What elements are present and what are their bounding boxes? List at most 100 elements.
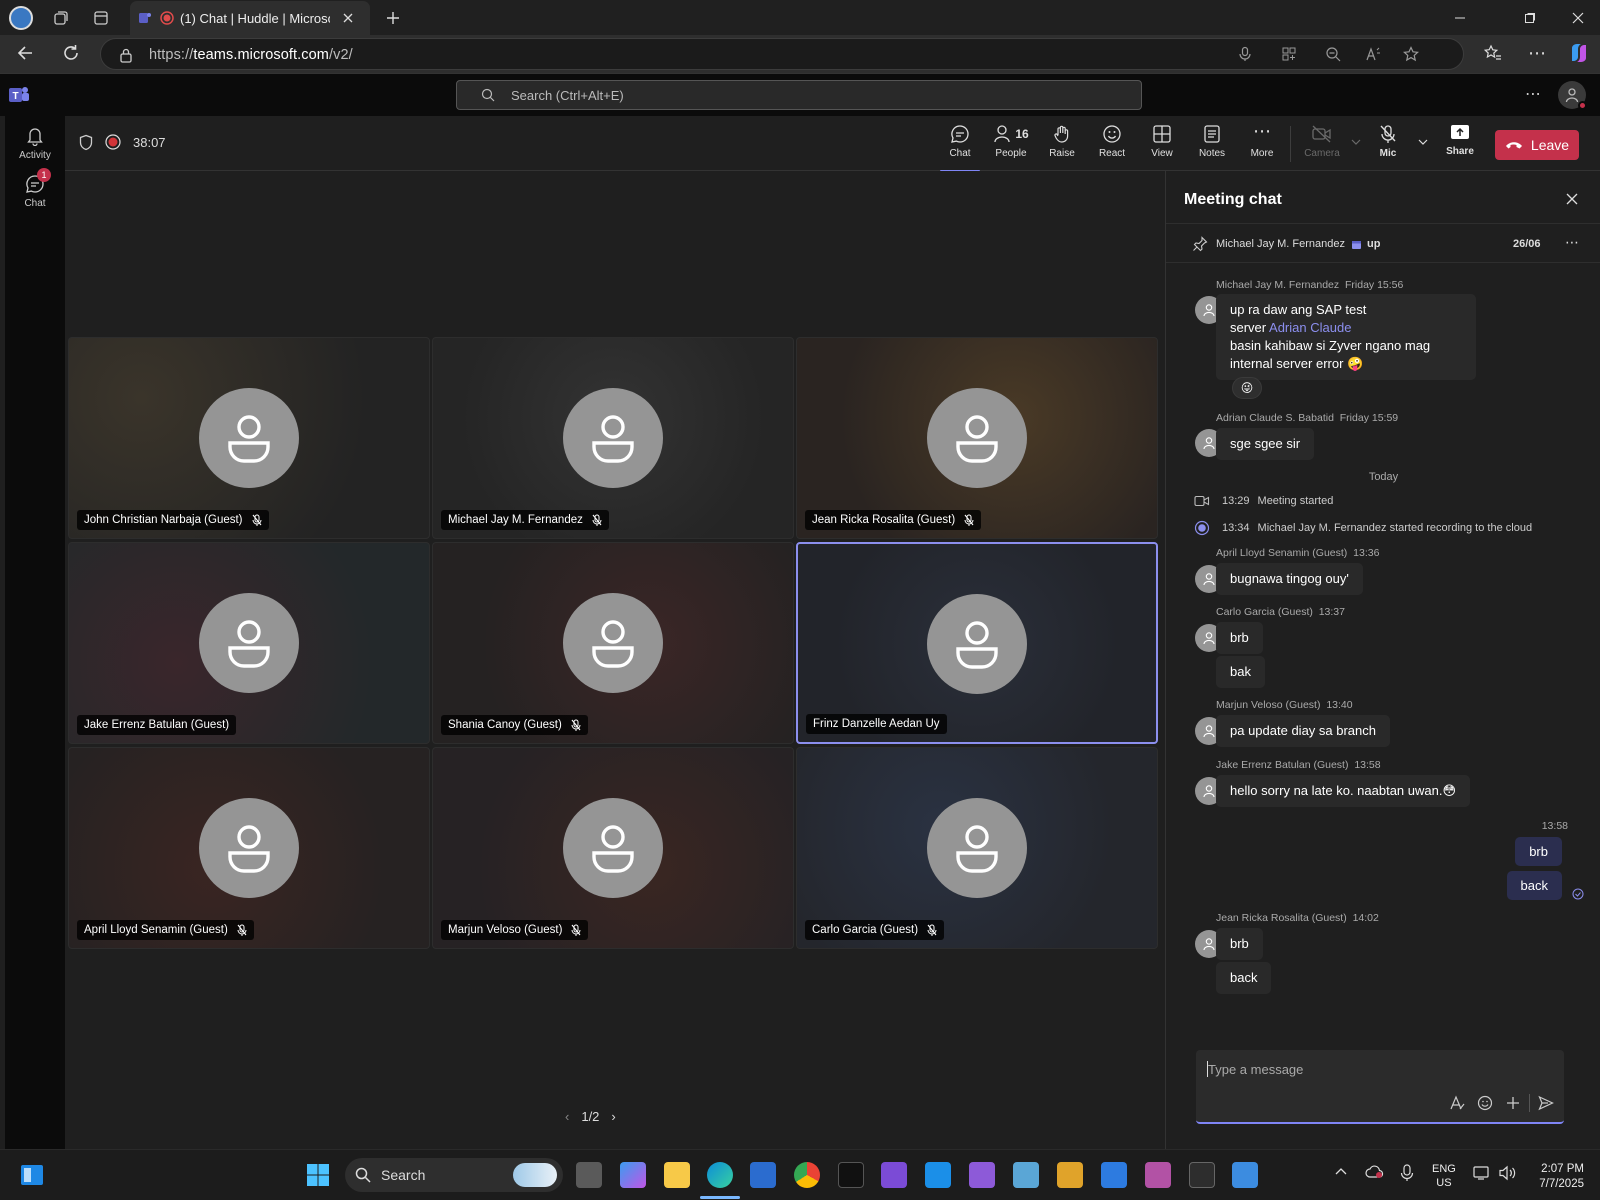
participant-tile[interactable]: Carlo Garcia (Guest)	[796, 747, 1158, 949]
terminal-icon[interactable]	[1189, 1162, 1215, 1188]
vscode-icon[interactable]	[925, 1162, 951, 1188]
participant-tile[interactable]: John Christian Narbaja (Guest)	[68, 337, 430, 539]
participant-tile[interactable]: Jean Ricka Rosalita (Guest)	[796, 337, 1158, 539]
add-attachment-icon[interactable]	[1505, 1095, 1521, 1111]
new-tab-icon[interactable]	[380, 5, 406, 31]
notepad-icon[interactable]	[1232, 1162, 1258, 1188]
volume-icon[interactable]	[1498, 1165, 1516, 1181]
visual-studio-2-icon[interactable]	[969, 1162, 995, 1188]
file-explorer-icon[interactable]	[664, 1162, 690, 1188]
recording-indicator-icon[interactable]	[105, 134, 121, 150]
rail-item-chat[interactable]: 1 Chat	[5, 168, 65, 209]
cloud-icon[interactable]	[1365, 1164, 1385, 1180]
settings-more-icon[interactable]: ⋯	[1525, 84, 1541, 104]
toolbar-react-button[interactable]: React	[1088, 124, 1136, 164]
store-icon[interactable]	[750, 1162, 776, 1188]
participant-tile[interactable]: Frinz Danzelle Aedan Uy	[796, 542, 1158, 744]
toolbar-camera-button[interactable]: Camera	[1298, 124, 1346, 164]
prev-page-icon[interactable]: ‹	[565, 1109, 569, 1124]
browser-tab-active[interactable]: (1) Chat | Huddle | Microsoft	[130, 1, 370, 35]
read-aloud-icon[interactable]	[1365, 46, 1381, 62]
pinned-more-icon[interactable]: ⋯	[1565, 234, 1579, 251]
app-icon[interactable]	[838, 1162, 864, 1188]
lock-icon[interactable]	[119, 47, 133, 63]
clock[interactable]: 2:07 PM 7/7/2025	[1528, 1162, 1584, 1192]
favorite-star-icon[interactable]	[1403, 46, 1419, 62]
close-chat-icon[interactable]	[1565, 192, 1579, 206]
copilot-app-icon[interactable]	[620, 1162, 646, 1188]
zoom-icon[interactable]	[1325, 46, 1341, 62]
teams-search-input[interactable]: Search (Ctrl+Alt+E)	[456, 80, 1142, 110]
participant-tile[interactable]: Marjun Veloso (Guest)	[432, 747, 794, 949]
microphone-icon[interactable]	[1237, 46, 1253, 62]
back-icon[interactable]	[16, 43, 36, 63]
favorites-icon[interactable]	[1484, 44, 1502, 62]
self-message-bubble[interactable]: back	[1506, 871, 1562, 900]
app-available-icon[interactable]	[1281, 46, 1297, 62]
tray-chevron-icon[interactable]	[1335, 1166, 1347, 1176]
camera-options-chevron-icon[interactable]	[1351, 138, 1361, 146]
language-indicator[interactable]: ENG US	[1432, 1162, 1456, 1190]
m-app-icon[interactable]	[1145, 1162, 1171, 1188]
copilot-icon[interactable]	[1568, 42, 1590, 64]
taskbar-search[interactable]: Search	[345, 1158, 563, 1192]
toolbar-notes-button[interactable]: Notes	[1188, 124, 1236, 164]
toolbar-share-button[interactable]: Share	[1436, 124, 1484, 164]
mention-link[interactable]: Adrian Claude	[1269, 320, 1351, 335]
send-icon[interactable]	[1538, 1095, 1554, 1111]
chrome-icon[interactable]	[794, 1162, 820, 1188]
shield-icon[interactable]	[78, 134, 94, 151]
toolbar-more-button[interactable]: ⋯ More	[1238, 122, 1286, 164]
rail-item-activity[interactable]: Activity	[5, 126, 65, 161]
compose-box[interactable]: Type a message	[1196, 1050, 1564, 1124]
workspaces-icon[interactable]	[48, 5, 74, 31]
message-bubble[interactable]: bak	[1216, 656, 1265, 688]
toolbar-people-button[interactable]: 16 People	[987, 124, 1035, 164]
widgets-icon[interactable]	[20, 1164, 44, 1186]
participant-tile[interactable]: Michael Jay M. Fernandez	[432, 337, 794, 539]
url-field[interactable]: https://teams.microsoft.com/v2/	[100, 38, 1464, 70]
emoji-icon[interactable]	[1477, 1095, 1493, 1111]
next-page-icon[interactable]: ›	[611, 1109, 615, 1124]
pinned-message[interactable]: Michael Jay M. Fernandez up 26/06 ⋯	[1166, 223, 1600, 263]
message-bubble[interactable]: up ra daw ang SAP test server Adrian Cla…	[1216, 294, 1476, 380]
tool-icon[interactable]	[1057, 1162, 1083, 1188]
participant-tile[interactable]: Shania Canoy (Guest)	[432, 542, 794, 744]
reaction-chip[interactable]: 😜	[1232, 377, 1262, 399]
visual-studio-icon[interactable]	[881, 1162, 907, 1188]
message-bubble[interactable]: sge sgee sir	[1216, 428, 1315, 460]
toolbar-raise-button[interactable]: Raise	[1038, 124, 1086, 164]
refresh-icon[interactable]	[61, 43, 81, 63]
tab-actions-icon[interactable]	[88, 5, 114, 31]
participant-tile[interactable]: Jake Errenz Batulan (Guest)	[68, 542, 430, 744]
self-message-bubble[interactable]: brb	[1515, 837, 1562, 866]
task-view-icon[interactable]	[576, 1162, 602, 1188]
start-icon[interactable]	[306, 1163, 330, 1187]
format-icon[interactable]	[1449, 1095, 1465, 1111]
message-bubble[interactable]: brb	[1216, 622, 1263, 654]
teams-logo-icon[interactable]: T	[8, 84, 30, 106]
more-options-icon[interactable]: ⋯	[1528, 43, 1546, 64]
user-avatar[interactable]	[1558, 81, 1587, 110]
message-bubble[interactable]: pa update diay sa branch	[1216, 715, 1390, 747]
mic-options-chevron-icon[interactable]	[1418, 138, 1428, 146]
media-icon[interactable]	[1101, 1162, 1127, 1188]
participant-tile[interactable]: April Lloyd Senamin (Guest)	[68, 747, 430, 949]
message-bubble[interactable]: back	[1216, 962, 1272, 994]
leave-button[interactable]: Leave	[1495, 130, 1579, 160]
toolbar-chat-button[interactable]: Chat	[936, 124, 984, 172]
edge-icon[interactable]	[707, 1162, 733, 1188]
profile-avatar[interactable]	[8, 5, 34, 31]
message-bubble[interactable]: brb	[1216, 928, 1263, 960]
close-tab-icon[interactable]	[342, 12, 354, 24]
remote-desktop-icon[interactable]	[1013, 1162, 1039, 1188]
toolbar-view-button[interactable]: View	[1138, 124, 1186, 164]
close-window-icon[interactable]	[1568, 8, 1588, 28]
network-icon[interactable]	[1473, 1165, 1491, 1181]
toolbar-mic-button[interactable]: Mic	[1364, 124, 1412, 164]
message-bubble[interactable]: bugnawa tingog ouy'	[1216, 563, 1363, 595]
minimize-icon[interactable]	[1450, 8, 1470, 28]
maximize-icon[interactable]	[1520, 8, 1540, 28]
message-bubble[interactable]: hello sorry na late ko. naabtan uwan.😳	[1216, 775, 1471, 807]
tray-mic-icon[interactable]	[1400, 1164, 1414, 1182]
